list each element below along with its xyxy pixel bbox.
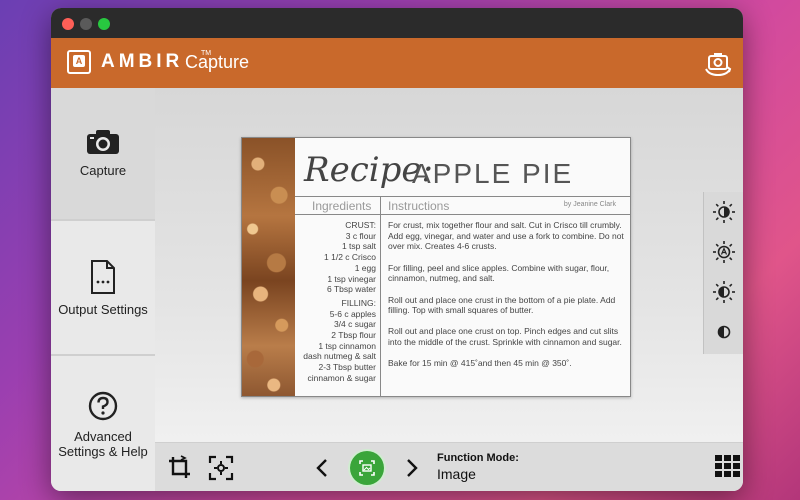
help-icon — [88, 391, 118, 420]
function-mode-label: Function Mode: — [437, 452, 519, 464]
exposure-button[interactable] — [712, 280, 736, 304]
list-item: cinnamon & sugar — [307, 372, 376, 383]
sidebar-item-advanced-settings[interactable]: Advanced Settings & Help — [51, 358, 155, 491]
bottom-toolbar: Function Mode: Image — [155, 442, 743, 491]
ambir-logo-icon — [67, 50, 91, 74]
instructions-text: For crust, mix together flour and salt. … — [388, 220, 624, 380]
ingredients-header: Ingredients — [312, 199, 372, 213]
title-bar — [51, 8, 743, 38]
product-name: Capture — [185, 52, 250, 72]
list-item: 2 Tbsp flour — [331, 330, 376, 341]
instruction-step: For filling, peel and slice apples. Comb… — [388, 262, 610, 284]
previous-button[interactable] — [315, 458, 329, 483]
sidebar-item-label: Output Settings — [58, 302, 148, 317]
instruction-step: Roll out and place one crust in the bott… — [388, 294, 616, 316]
scanned-document-preview: Recipe: APPLE PIE by Jeanine Clark Ingre… — [241, 137, 631, 397]
grid-view-button[interactable] — [715, 455, 741, 484]
camera-icon — [87, 130, 119, 154]
focus-icon — [208, 455, 234, 481]
list-item: 1 egg — [354, 262, 376, 273]
list-item: dash nutmeg & salt — [303, 351, 376, 362]
sidebar-item-label: Capture — [79, 163, 127, 178]
instruction-step: Bake for 15 min @ 415˚and then 45 min @ … — [388, 358, 572, 369]
switch-camera-button[interactable] — [703, 49, 733, 77]
function-mode-value[interactable]: Image — [437, 466, 476, 482]
brightness-button[interactable] — [712, 200, 736, 224]
list-item: 1 1/2 c Crisco — [324, 252, 376, 263]
divider-line — [295, 214, 630, 215]
rotate-crop-button[interactable] — [167, 455, 193, 486]
sidebar-item-label: Advanced Settings & Help — [58, 428, 148, 459]
auto-exposure-button[interactable] — [712, 240, 736, 264]
list-item: FILLING: — [341, 297, 376, 308]
list-item: 3 c flour — [345, 230, 376, 241]
exposure-icon — [713, 281, 735, 303]
instruction-step: Roll out and place one crust on top. Pin… — [388, 326, 622, 348]
app-header: AMBIR TM Capture — [51, 38, 743, 88]
contrast-button[interactable] — [712, 320, 736, 344]
column-divider — [380, 196, 381, 396]
list-item: 1 tsp cinnamon — [318, 340, 376, 351]
brightness-icon — [713, 201, 735, 223]
list-item: 1 tsp vinegar — [327, 273, 376, 284]
auto-focus-button[interactable] — [208, 455, 234, 486]
recipe-title: APPLE PIE — [412, 158, 574, 189]
minimize-window-button[interactable] — [80, 18, 92, 30]
switch-camera-icon — [705, 53, 732, 77]
instruction-step: For crust, mix together flour and salt. … — [388, 220, 624, 252]
brand-name: AMBIR — [101, 51, 184, 72]
preview-canvas[interactable]: Recipe: APPLE PIE by Jeanine Clark Ingre… — [155, 88, 743, 442]
list-item: 6 Tbsp water — [327, 284, 376, 295]
image-adjust-panel — [703, 192, 743, 354]
grid-icon — [715, 455, 740, 477]
list-item: CRUST: — [345, 220, 376, 230]
list-item: 2-3 Tbsp butter — [318, 362, 377, 373]
list-item: 3/4 c sugar — [333, 319, 376, 330]
document-icon — [91, 260, 115, 294]
contrast-icon — [717, 325, 731, 339]
divider-line — [295, 196, 630, 197]
scan-image-icon — [359, 460, 375, 476]
rotate-crop-icon — [169, 455, 190, 478]
ingredients-list: CRUST: 3 c flour 1 tsp salt 1 1/2 c Cris… — [296, 220, 376, 384]
sidebar-item-output-settings[interactable]: Output Settings — [51, 223, 155, 356]
app-window: AMBIR TM Capture Capture — [51, 8, 743, 491]
sidebar-item-capture[interactable]: Capture — [51, 88, 155, 221]
list-item: 1 tsp salt — [341, 241, 376, 252]
instructions-header: Instructions — [388, 199, 450, 213]
list-item: 5-6 c apples — [329, 308, 376, 319]
chevron-left-icon — [316, 459, 327, 477]
sidebar: Capture Output Settings Advanced Setting… — [51, 88, 155, 491]
close-window-button[interactable] — [62, 18, 74, 30]
apple-pie-photo — [242, 138, 295, 396]
maximize-window-button[interactable] — [98, 18, 110, 30]
scan-button[interactable] — [350, 451, 384, 485]
chevron-right-icon — [407, 459, 418, 477]
auto-brightness-icon — [713, 241, 735, 263]
next-button[interactable] — [405, 458, 419, 483]
recipe-author: by Jeanine Clark — [563, 201, 616, 208]
